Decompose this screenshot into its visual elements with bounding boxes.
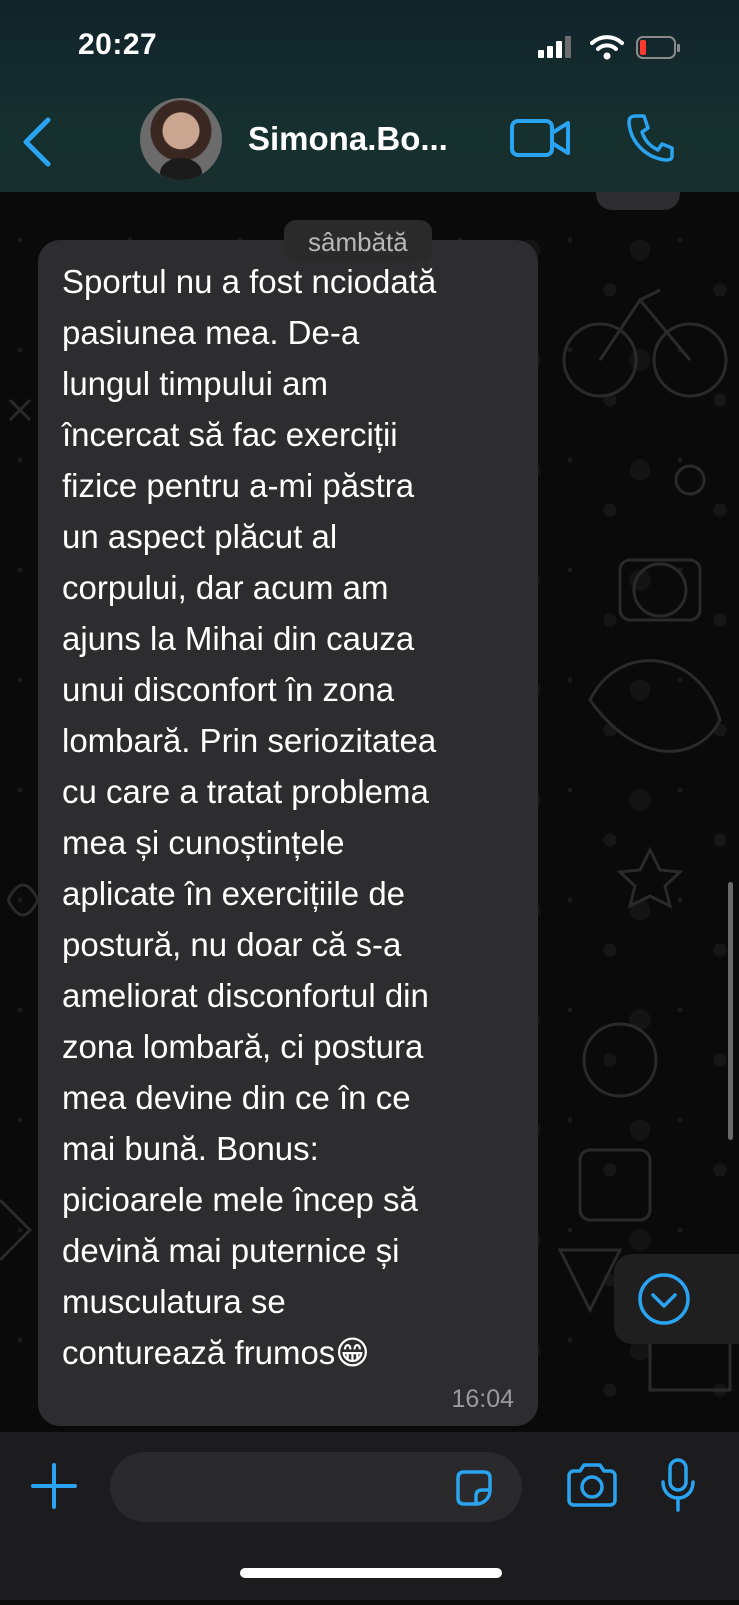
- scroll-to-bottom-button[interactable]: [614, 1254, 739, 1344]
- contact-name[interactable]: Simona.Bo...: [248, 120, 478, 158]
- plus-icon[interactable]: [30, 1462, 78, 1510]
- wifi-icon: [590, 35, 624, 60]
- sticker-icon[interactable]: [452, 1466, 496, 1510]
- incoming-message-bubble[interactable]: Sportul nu a fost nciodată pasiunea mea.…: [38, 240, 538, 1426]
- battery-low-icon: [636, 36, 680, 59]
- contact-avatar[interactable]: [140, 98, 222, 180]
- camera-icon[interactable]: [565, 1462, 619, 1508]
- chevron-down-circle-icon: [638, 1273, 690, 1325]
- message-timestamp: 16:04: [451, 1385, 514, 1413]
- scrollbar[interactable]: [728, 882, 733, 1140]
- cellular-signal-icon: [538, 36, 571, 58]
- phone-icon[interactable]: [626, 112, 674, 162]
- video-call-icon[interactable]: [510, 117, 572, 159]
- chat-header: 20:27 Simona.Bo...: [0, 0, 739, 192]
- message-text: Sportul nu a fost nciodată pasiunea mea.…: [62, 263, 437, 1371]
- date-separator: sâmbătă: [284, 220, 432, 262]
- microphone-icon[interactable]: [660, 1458, 696, 1514]
- status-time: 20:27: [78, 28, 158, 61]
- home-indicator[interactable]: [240, 1568, 502, 1578]
- back-chevron-icon[interactable]: [18, 116, 58, 168]
